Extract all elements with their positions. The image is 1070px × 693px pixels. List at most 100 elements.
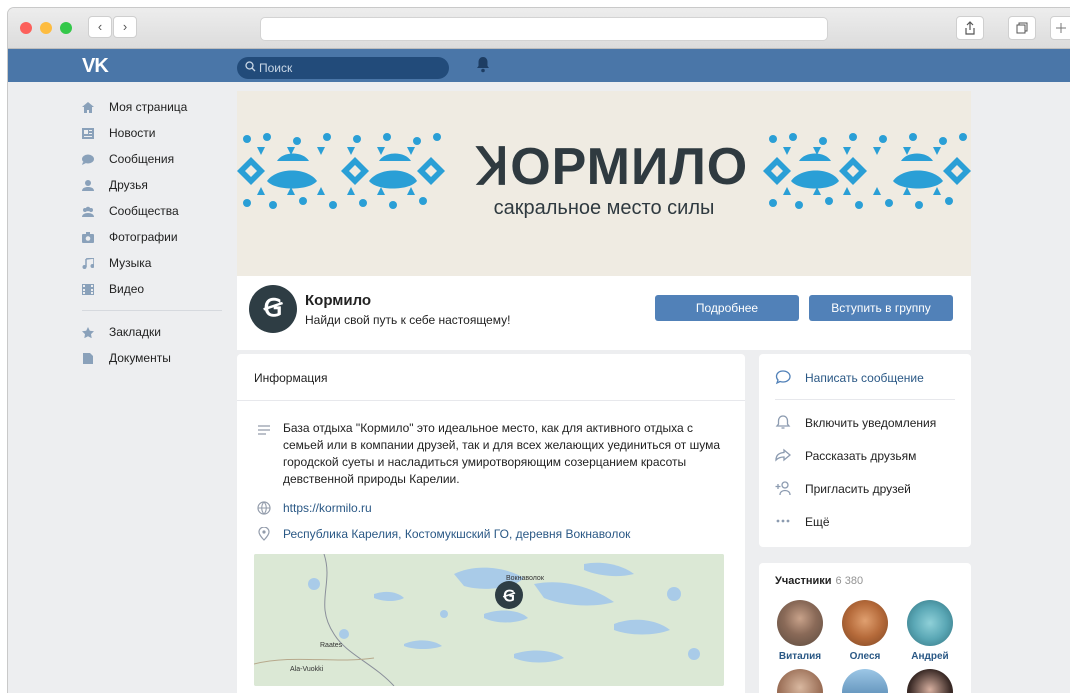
members-count: 6 380 [835,575,864,587]
group-status: Найди свой путь к себе настоящему! [305,313,511,327]
more-icon [776,519,790,523]
address-link[interactable]: Республика Карелия, Костомукшский ГО, де… [283,527,630,541]
action-label: Включить уведомления [805,416,937,430]
browser-toolbar: ‹ › [8,8,1070,49]
music-icon [82,258,94,269]
member-name[interactable]: Андрей [900,651,960,662]
messages-icon [82,154,94,165]
sidebar-item-news[interactable]: Новости [82,120,232,146]
close-window-button[interactable] [20,22,32,34]
back-button[interactable]: ‹ [88,16,112,38]
tabs-button[interactable] [1008,16,1036,40]
join-group-button[interactable]: Вступить в группу [809,295,953,321]
plus-icon [1056,23,1066,33]
actions-divider [775,399,955,400]
sidebar-item-photos[interactable]: Фотографии [82,224,232,250]
member-avatar[interactable] [777,600,823,646]
browser-window: ‹ › VK Поиск Моя страница Новости Сообще… [8,8,1070,693]
group-header: Ꞡ Кормило Найди свой путь к себе настоящ… [237,276,971,350]
search-placeholder: Поиск [259,61,293,75]
sidebar-item-video[interactable]: Видео [82,276,232,302]
tabs-icon [1016,22,1028,34]
more-info-button[interactable]: Подробнее [655,295,799,321]
camera-icon [82,232,94,243]
action-label: Написать сообщение [805,371,924,385]
ornament-right [763,133,971,209]
sidebar-item-communities[interactable]: Сообщества [82,198,232,224]
sidebar-item-label: Закладки [109,325,161,339]
sidebar-item-music[interactable]: Музыка [82,250,232,276]
share-arrow-icon [775,448,791,462]
member-avatar[interactable] [842,669,888,693]
group-description: База отдыха "Кормило" это идеальное мест… [283,421,721,486]
address-bar[interactable] [260,17,828,41]
action-write-message[interactable]: Написать сообщение [759,365,971,391]
news-icon [82,128,94,139]
bell-icon [775,415,791,429]
sidebar-item-label: Музыка [109,256,152,270]
document-icon [83,353,93,364]
group-cover: ꞰОРМИЛО сакральное место силы [237,91,971,276]
location-pin-icon [258,527,270,541]
member-name[interactable]: Олеся [835,651,895,662]
sidebar-item-my-page[interactable]: Моя страница [82,94,232,120]
search-icon [245,57,256,79]
map-graphic: Вокнаволок Raates Ala-Vuokki Ꞡ [254,554,724,686]
share-button[interactable] [956,16,984,40]
location-map[interactable]: Вокнаволок Raates Ala-Vuokki Ꞡ [254,554,724,686]
home-icon [82,102,94,113]
search-input[interactable]: Поиск [237,57,449,79]
video-icon [82,284,94,295]
vk-header: VK Поиск [8,49,1070,82]
globe-icon [257,501,271,515]
message-bubble-icon [775,370,791,385]
friends-icon [82,180,94,191]
action-tell-friends[interactable]: Рассказать друзьям [759,443,971,469]
map-label-voknavolok: Вокнаволок [506,575,545,582]
members-heading: Участники 6 380 [775,575,863,587]
member-avatar[interactable] [777,669,823,693]
action-invite-friends[interactable]: Пригласить друзей [759,476,971,502]
website-link[interactable]: https://kormilo.ru [283,501,372,515]
vk-logo[interactable]: VK [82,55,109,78]
sidebar-item-label: Документы [109,351,171,365]
actions-card: Написать сообщение Включить уведомления … [759,354,971,547]
sidebar-item-messages[interactable]: Сообщения [82,146,232,172]
member-name[interactable]: Виталия [770,651,830,662]
member-avatar[interactable] [907,600,953,646]
sidebar-item-friends[interactable]: Друзья [82,172,232,198]
member-avatar[interactable] [907,669,953,693]
sidebar-item-label: Сообщества [109,204,179,218]
member-avatar[interactable] [842,600,888,646]
group-name: Кормило [305,292,372,309]
sidebar-item-label: Сообщения [109,152,175,166]
add-friend-icon [775,481,791,496]
new-tab-button[interactable] [1050,16,1070,40]
sidebar-item-label: Моя страница [109,100,188,114]
action-more[interactable]: Ещё [759,509,971,535]
minimize-window-button[interactable] [40,22,52,34]
forward-button[interactable]: › [113,16,137,38]
cover-subtitle: сакральное место силы [493,197,715,219]
cover-title: ꞰОРМИЛО [477,138,749,196]
map-marker-glyph: Ꞡ [502,588,516,605]
map-label-raates: Raates [320,642,343,649]
action-enable-notifications[interactable]: Включить уведомления [759,410,971,436]
action-label: Ещё [805,515,830,529]
members-card: Участники 6 380 Виталия Олеся Андрей [759,563,971,693]
sidebar-item-label: Видео [109,282,145,296]
notifications-bell-icon[interactable] [476,56,490,74]
star-icon [82,327,94,338]
sidebar-item-label: Новости [109,126,156,140]
sidebar-item-documents[interactable]: Документы [82,345,232,371]
description-icon [258,425,270,435]
sidebar-item-bookmarks[interactable]: Закладки [82,319,232,345]
map-label-ala-vuokki: Ala-Vuokki [290,666,324,673]
action-label: Рассказать друзьям [805,449,917,463]
info-divider [237,400,745,401]
sidebar-divider [82,310,222,311]
info-card: Информация База отдыха "Кормило" это иде… [237,354,745,693]
maximize-window-button[interactable] [60,22,72,34]
share-icon [965,21,975,35]
group-avatar[interactable]: Ꞡ [249,285,297,333]
